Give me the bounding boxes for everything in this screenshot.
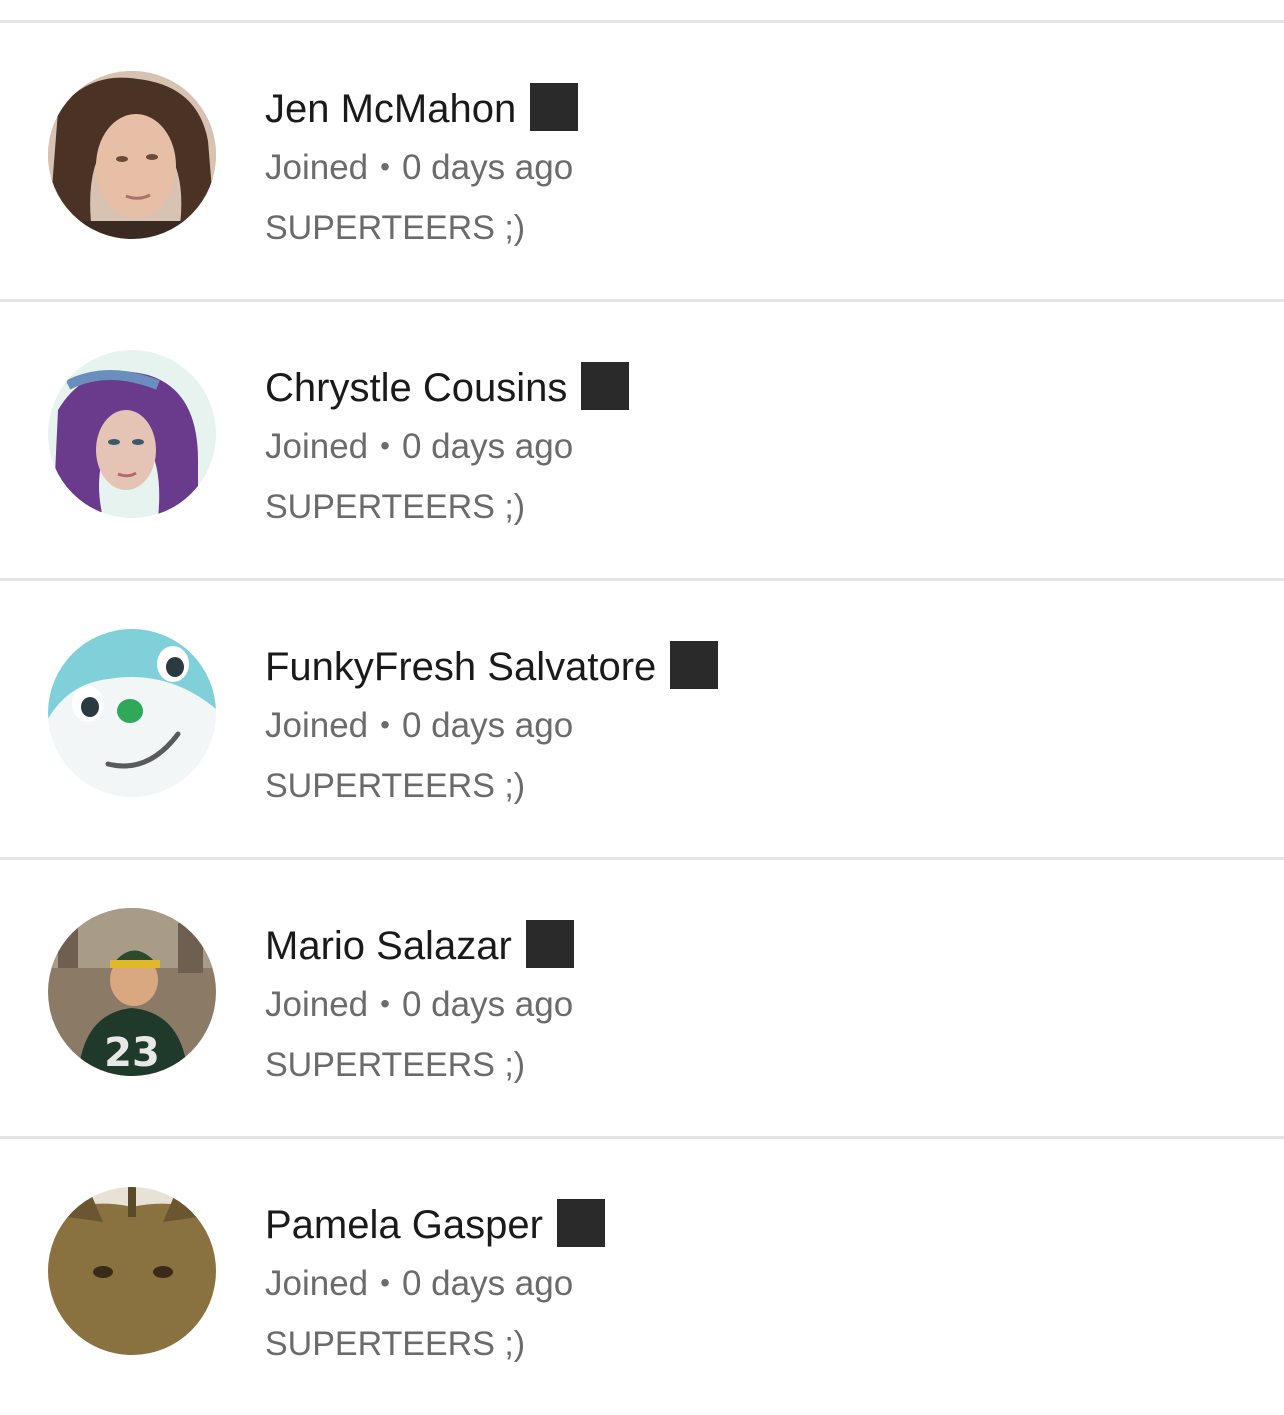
redacted-badge: [556, 1199, 605, 1247]
separator-dot: •: [380, 151, 390, 182]
avatar[interactable]: [48, 1187, 216, 1355]
avatar-photo: 23: [48, 908, 216, 1076]
avatar-photo: [48, 350, 216, 518]
member-tag: SUPERTEERS ;): [265, 767, 526, 805]
svg-text:23: 23: [104, 1030, 160, 1076]
joined-info: Joined • 0 days ago: [265, 422, 629, 472]
member-info: Chrystle Cousins Joined • 0 days ago SUPER…: [265, 358, 630, 532]
redacted-badge: [530, 83, 579, 131]
member-name[interactable]: Chrystle Cousins: [265, 366, 567, 411]
avatar-photo: [48, 1187, 216, 1355]
joined-time: 0 days ago: [401, 985, 574, 1024]
joined-info: Joined • 0 days ago: [265, 1259, 605, 1309]
member-list: Jen McMahon Joined • 0 days ago SUPERTEERS…: [0, 0, 1284, 1415]
avatar[interactable]: [48, 350, 216, 518]
joined-time: 0 days ago: [401, 427, 574, 466]
member-info: Mario Salazar Joined • 0 days ago SUPERTEE…: [265, 916, 574, 1090]
avatar[interactable]: 23: [48, 908, 216, 1076]
joined-info: Joined • 0 days ago: [265, 980, 574, 1030]
joined-label: Joined: [265, 706, 369, 745]
member-info: Jen McMahon Joined • 0 days ago SUPERTEERS…: [265, 79, 579, 253]
redacted-badge: [525, 920, 574, 968]
list-item[interactable]: 23 Mario Salazar Joined • 0 days ago SUPER…: [0, 860, 1284, 1136]
list-item[interactable]: Jen McMahon Joined • 0 days ago SUPERTEERS…: [0, 23, 1284, 299]
list-item[interactable]: Chrystle Cousins Joined • 0 days ago SUPER…: [0, 302, 1284, 578]
joined-label: Joined: [265, 985, 369, 1024]
redacted-badge: [581, 362, 630, 410]
joined-time: 0 days ago: [401, 148, 574, 187]
member-info: Pamela Gasper Joined • 0 days ago SUPERTEE…: [265, 1195, 605, 1369]
separator-dot: •: [380, 988, 390, 1019]
joined-time: 0 days ago: [401, 706, 574, 745]
joined-info: Joined • 0 days ago: [265, 143, 578, 193]
joined-label: Joined: [265, 427, 369, 466]
separator-dot: •: [380, 709, 390, 740]
member-name[interactable]: Mario Salazar: [265, 924, 512, 969]
member-name[interactable]: Pamela Gasper: [265, 1203, 543, 1248]
member-tag: SUPERTEERS ;): [265, 209, 526, 247]
joined-info: Joined • 0 days ago: [265, 701, 718, 751]
list-item[interactable]: FunkyFresh Salvatore Joined • 0 days ago S…: [0, 581, 1284, 857]
avatar-photo: [48, 71, 216, 239]
separator-dot: •: [380, 1267, 390, 1298]
member-tag: SUPERTEERS ;): [265, 488, 526, 526]
list-item[interactable]: Pamela Gasper Joined • 0 days ago SUPERTEE…: [0, 1139, 1284, 1415]
member-name[interactable]: Jen McMahon: [265, 87, 516, 132]
member-tag: SUPERTEERS ;): [265, 1046, 526, 1084]
member-name[interactable]: FunkyFresh Salvatore: [265, 645, 656, 690]
avatar[interactable]: [48, 71, 216, 239]
member-tag: SUPERTEERS ;): [265, 1325, 526, 1363]
redacted-badge: [670, 641, 719, 689]
joined-label: Joined: [265, 148, 369, 187]
avatar-photo: [48, 629, 216, 797]
avatar[interactable]: [48, 629, 216, 797]
separator-dot: •: [380, 430, 390, 461]
member-info: FunkyFresh Salvatore Joined • 0 days ago S…: [265, 637, 719, 811]
